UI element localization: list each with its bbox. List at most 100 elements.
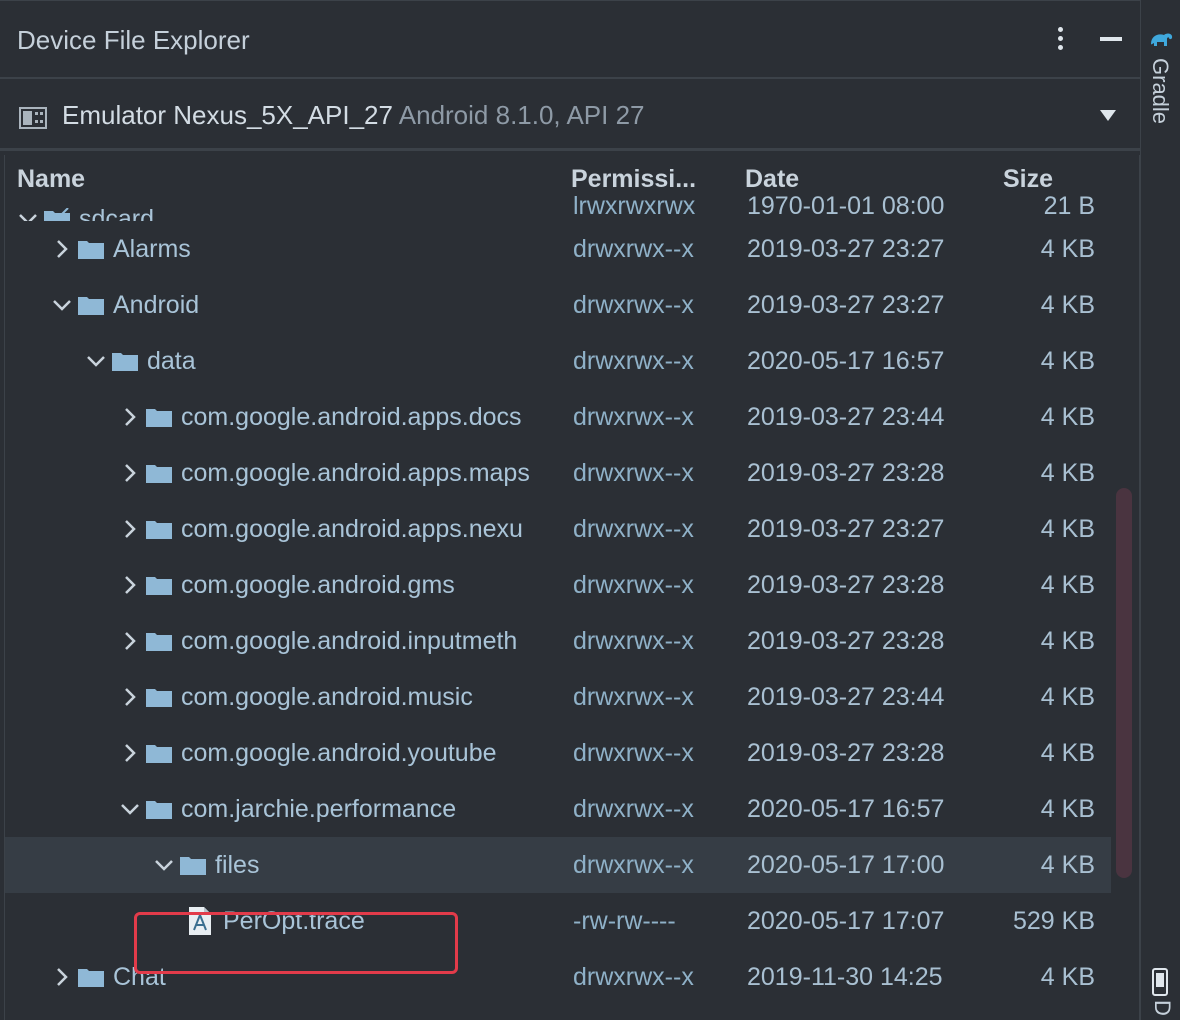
column-header-date[interactable]: Date [745, 165, 799, 194]
chevron-right-icon[interactable] [119, 518, 141, 540]
device-tab-label[interactable]: D [1149, 1000, 1175, 1016]
permissions-cell: -rw-rw---- [573, 907, 676, 935]
chevron-right-icon[interactable] [119, 462, 141, 484]
size-cell: 4 KB [1040, 627, 1095, 655]
chevron-down-icon[interactable] [17, 208, 39, 221]
chevron-down-icon[interactable] [153, 854, 175, 876]
size-cell: 4 KB [1040, 235, 1095, 263]
folder-row[interactable]: Android drwxrwx--x 2019-03-27 23:27 4 KB [5, 277, 1111, 333]
column-header-size[interactable]: Size [1003, 165, 1053, 194]
chevron-right-icon[interactable] [119, 742, 141, 764]
permissions-cell: lrwxrwxrwx [573, 192, 696, 220]
kebab-menu-icon[interactable] [1050, 27, 1070, 55]
folder-row[interactable]: com.google.android.inputmeth drwxrwx--x 20… [5, 613, 1111, 669]
name-cell: files [5, 837, 560, 893]
date-cell: 1970-01-01 08:00 [747, 192, 945, 220]
date-cell: 2019-03-27 23:28 [747, 627, 945, 655]
gradle-tab-label[interactable]: Gradle [1147, 58, 1173, 124]
folder-icon [146, 689, 172, 707]
chevron-right-icon[interactable] [119, 406, 141, 428]
chevron-down-icon[interactable] [119, 798, 141, 820]
name-cell: com.google.android.apps.docs [5, 389, 560, 445]
file-name-label: Alarms [113, 235, 191, 263]
folder-icon [146, 577, 172, 595]
size-cell: 4 KB [1040, 515, 1095, 543]
folder-icon [180, 857, 206, 875]
size-cell: 4 KB [1040, 683, 1095, 711]
date-cell: 2019-03-27 23:27 [747, 235, 945, 263]
file-name-label: com.google.android.apps.docs [181, 403, 522, 431]
folder-icon [146, 633, 172, 651]
chevron-right-icon[interactable] [119, 630, 141, 652]
column-header-permissions[interactable]: Permissi... [571, 165, 696, 194]
date-cell: 2019-03-27 23:27 [747, 291, 945, 319]
file-name-label: com.google.android.apps.nexu [181, 515, 523, 543]
size-cell: 4 KB [1040, 963, 1095, 991]
column-header-name[interactable]: Name [17, 165, 85, 194]
file-name-label: com.google.android.youtube [181, 739, 497, 767]
folder-row[interactable]: Alarms drwxrwx--x 2019-03-27 23:27 4 KB [5, 221, 1111, 277]
device-label[interactable]: Emulator Nexus_5X_API_27 Android 8.1.0, … [62, 100, 645, 131]
date-cell: 2019-11-30 14:25 [747, 963, 943, 991]
file-name-label: com.google.android.gms [181, 571, 455, 599]
folder-row[interactable]: com.google.android.music drwxrwx--x 2019-0… [5, 669, 1111, 725]
folder-icon [146, 521, 172, 539]
file-name-label: com.google.android.apps.maps [181, 459, 530, 487]
size-cell: 4 KB [1040, 347, 1095, 375]
folder-icon [146, 409, 172, 427]
folder-row[interactable]: com.google.android.youtube drwxrwx--x 2019… [5, 725, 1111, 781]
folder-row[interactable]: sdcard lrwxrwxrwx 1970-01-01 08:00 21 B [5, 191, 1111, 221]
chevron-right-icon[interactable] [119, 686, 141, 708]
folder-icon [146, 465, 172, 483]
file-name-label: files [215, 851, 260, 879]
folder-row[interactable]: com.google.android.apps.nexu drwxrwx--x 20… [5, 501, 1111, 557]
device-name: Emulator Nexus_5X_API_27 [62, 100, 393, 130]
file-name-label: com.google.android.music [181, 683, 473, 711]
folder-row[interactable]: com.google.android.apps.maps drwxrwx--x 20… [5, 445, 1111, 501]
vertical-scrollbar[interactable] [1116, 488, 1132, 878]
folder-row[interactable]: com.jarchie.performance drwxrwx--x 2020-05… [5, 781, 1111, 837]
folder-row[interactable]: files drwxrwx--x 2020-05-17 17:00 4 KB [5, 837, 1111, 893]
chevron-right-icon[interactable] [119, 574, 141, 596]
date-cell: 2020-05-17 16:57 [747, 795, 945, 823]
file-table: Name Permissi... Date Size sdcard lrwxrwx… [4, 155, 1140, 1020]
size-cell: 529 KB [1012, 907, 1095, 935]
device-file-explorer-panel: Device File Explorer Emulator Nexus_5X_A… [0, 0, 1140, 1020]
name-cell: com.google.android.gms [5, 557, 560, 613]
name-cell: sdcard [5, 191, 560, 221]
gradle-elephant-icon[interactable] [1148, 30, 1174, 50]
permissions-cell: drwxrwx--x [573, 851, 694, 879]
phone-icon[interactable] [1151, 968, 1169, 996]
permissions-cell: drwxrwx--x [573, 627, 694, 655]
right-tool-strip [1140, 0, 1180, 1020]
folder-row[interactable]: com.google.android.apps.docs drwxrwx--x 20… [5, 389, 1111, 445]
chevron-right-icon[interactable] [51, 966, 73, 988]
permissions-cell: drwxrwx--x [573, 403, 694, 431]
folder-row[interactable]: com.google.android.gms drwxrwx--x 2019-03-… [5, 557, 1111, 613]
chevron-right-icon[interactable] [51, 238, 73, 260]
panel-title: Device File Explorer [17, 25, 250, 55]
folder-row[interactable]: data drwxrwx--x 2020-05-17 16:57 4 KB [5, 333, 1111, 389]
device-icon [19, 107, 47, 129]
name-cell: com.google.android.apps.maps [5, 445, 560, 501]
folder-icon [78, 969, 104, 987]
chevron-down-icon[interactable] [1100, 110, 1116, 121]
folder-icon [146, 801, 172, 819]
date-cell: 2019-03-27 23:28 [747, 571, 945, 599]
permissions-cell: drwxrwx--x [573, 347, 694, 375]
date-cell: 2020-05-17 16:57 [747, 347, 945, 375]
date-cell: 2019-03-27 23:28 [747, 739, 945, 767]
size-cell: 4 KB [1040, 403, 1095, 431]
file-name-label: sdcard [79, 205, 155, 221]
folder-icon [112, 353, 138, 371]
file-name-label: data [147, 347, 196, 375]
chevron-down-icon[interactable] [51, 294, 73, 316]
size-cell: 21 B [1043, 192, 1095, 220]
folder-icon [44, 208, 70, 221]
chevron-down-icon[interactable] [85, 350, 107, 372]
folder-icon [78, 297, 104, 315]
name-cell: com.google.android.youtube [5, 725, 560, 781]
permissions-cell: drwxrwx--x [573, 459, 694, 487]
minimize-icon[interactable] [1100, 37, 1122, 41]
file-name-label: com.jarchie.performance [181, 795, 457, 823]
